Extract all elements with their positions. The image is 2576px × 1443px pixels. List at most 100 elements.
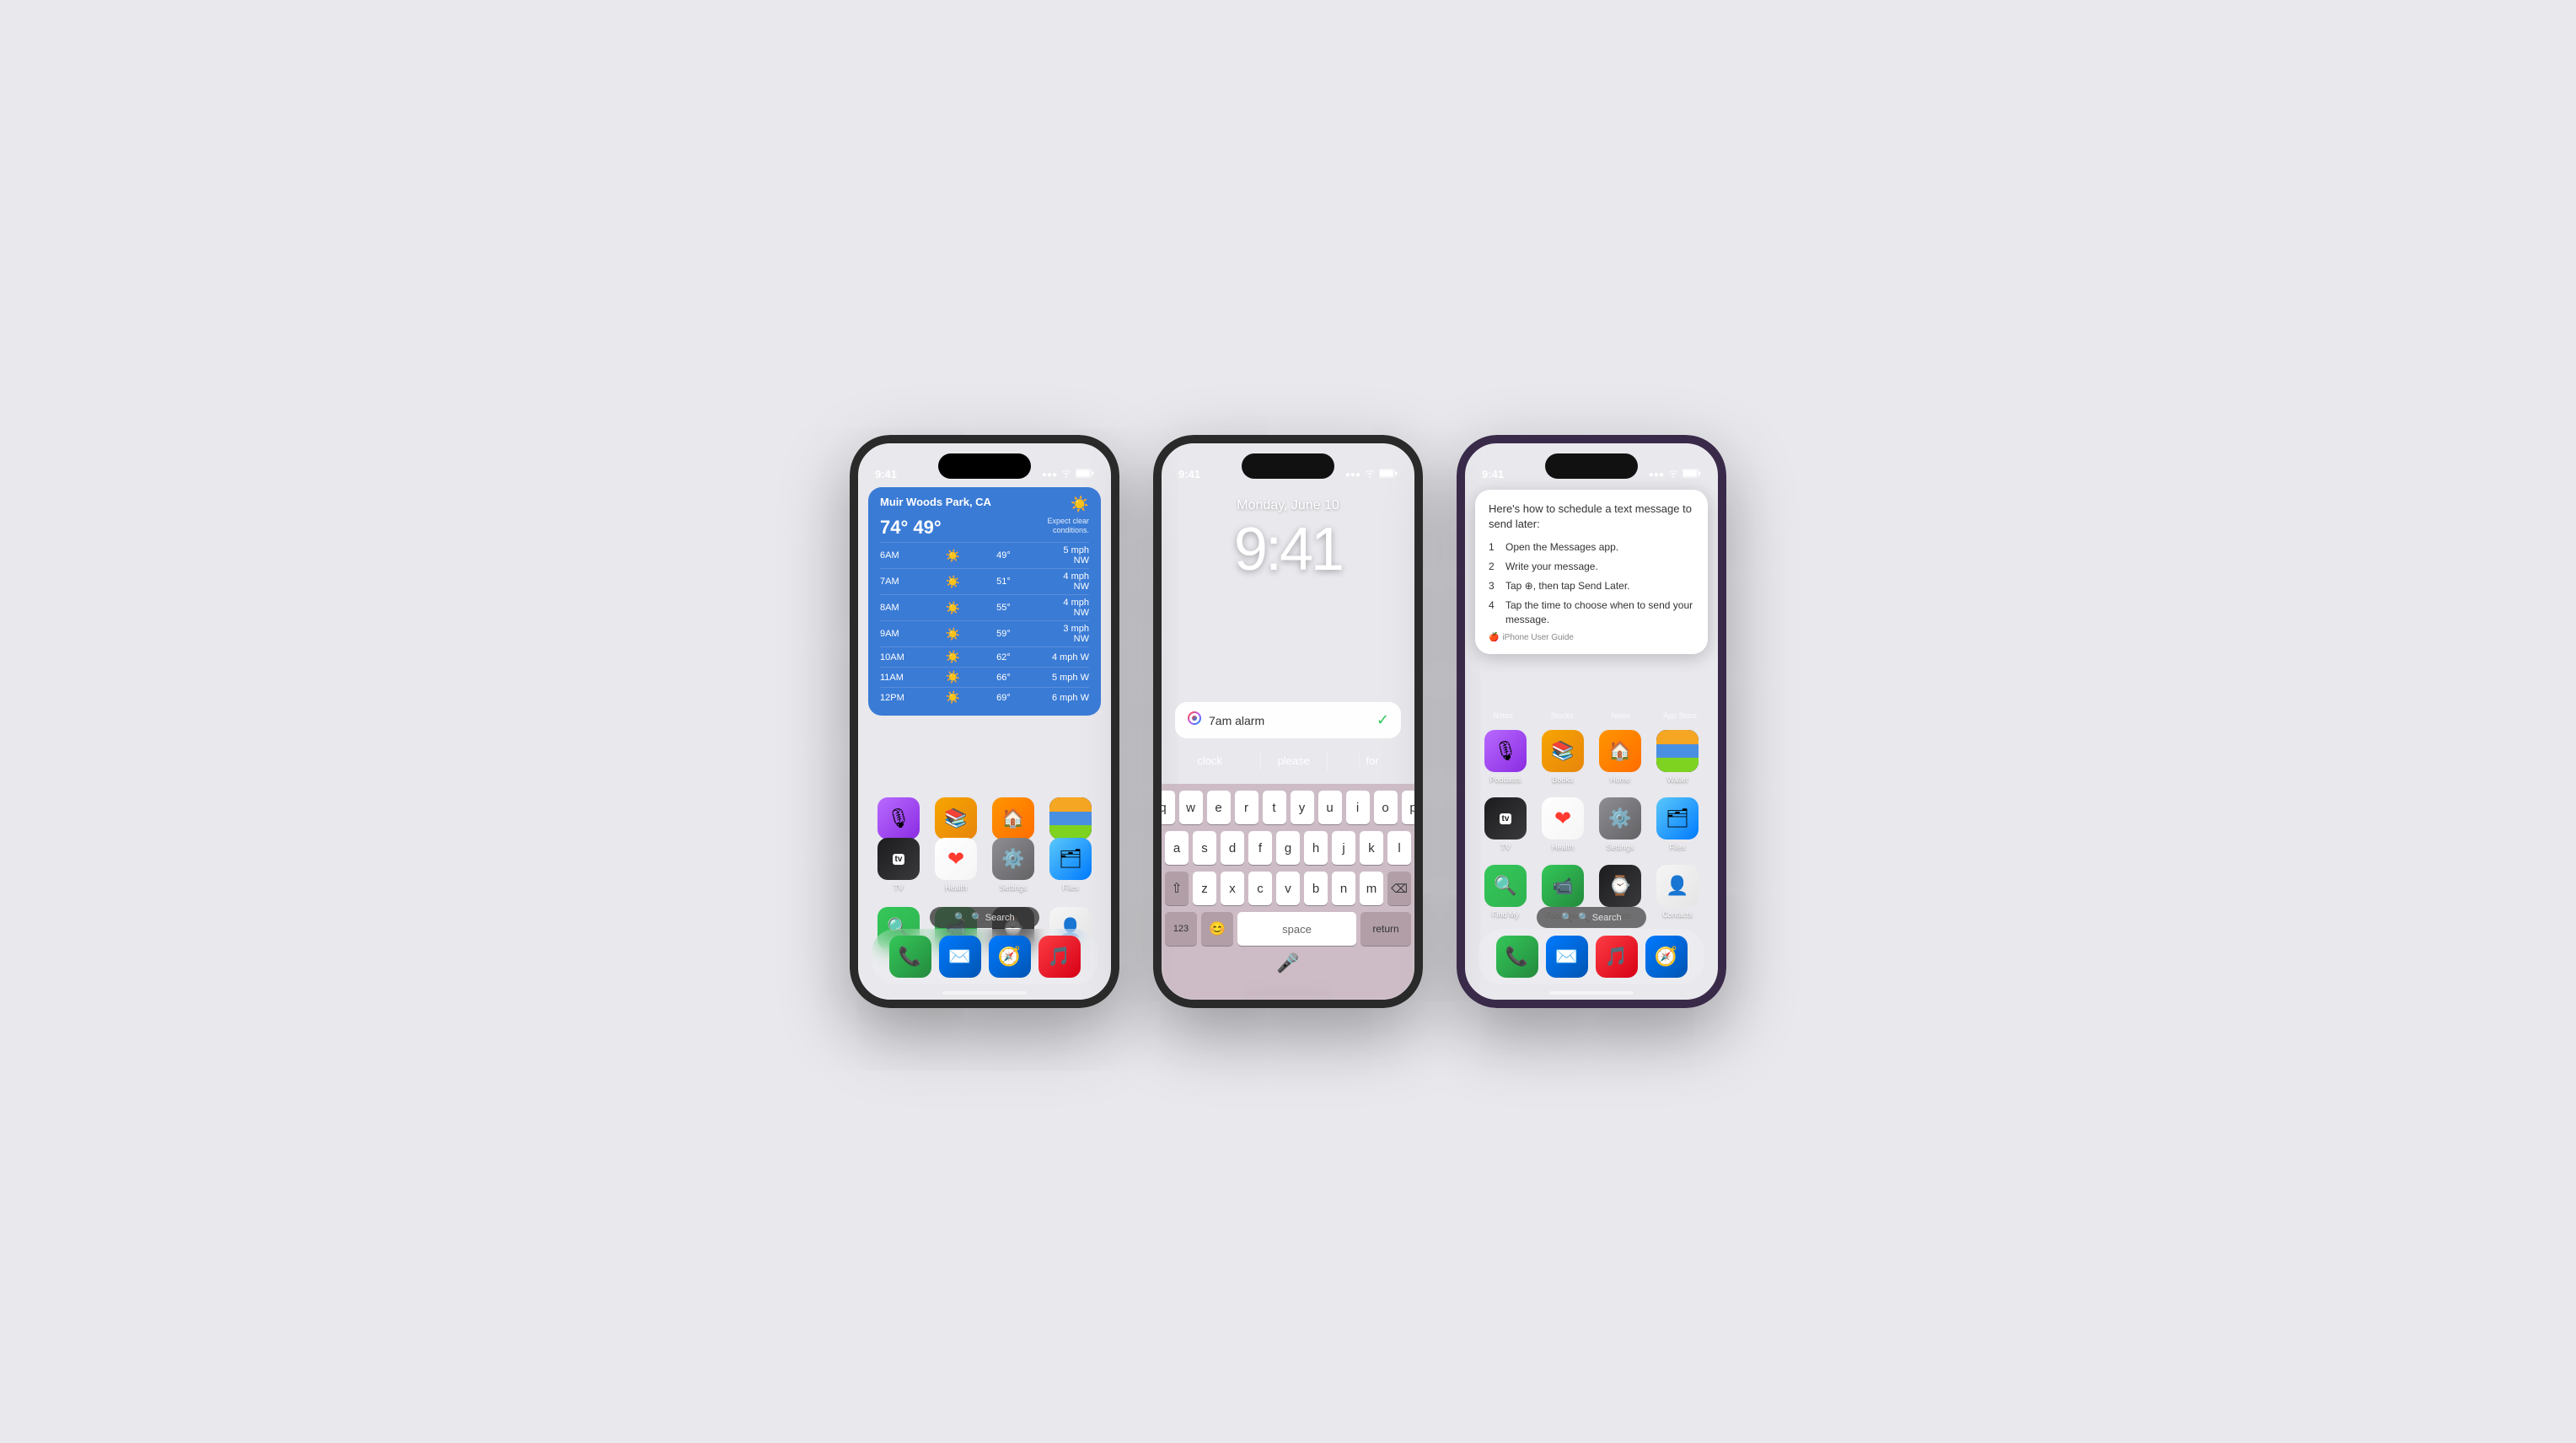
app-wallet-3[interactable]: Wallet [1652, 730, 1703, 784]
findmy-label-3: Find My [1492, 910, 1519, 919]
phone-3-status-icons: ●●● [1649, 469, 1701, 480]
app-podcasts-3[interactable]: 🎙 Podcasts [1480, 730, 1531, 784]
key-p[interactable]: p [1402, 791, 1415, 824]
dock-phone[interactable]: 📞 [885, 936, 935, 978]
key-delete[interactable]: ⌫ [1387, 872, 1411, 905]
phone-1-dynamic-island [938, 453, 1031, 479]
app-settings-3[interactable]: ⚙️ Settings [1595, 797, 1645, 851]
key-x[interactable]: x [1221, 872, 1244, 905]
signal-icon-3: ●●● [1649, 470, 1664, 480]
key-b[interactable]: b [1304, 872, 1328, 905]
tv-icon-3: tv [1484, 797, 1527, 840]
weather-rows: 6AM ☀️ 49° 5 mph NW 7AM ☀️ 51° 4 mph NW … [880, 542, 1089, 707]
health-icon-3: ❤ [1542, 797, 1584, 840]
settings-label: Settings [1000, 883, 1028, 892]
dock-safari-3[interactable]: 🧭 [1641, 936, 1691, 978]
weather-location: Muir Woods Park, CA [880, 496, 991, 508]
key-a[interactable]: a [1165, 831, 1189, 865]
app-health[interactable]: ❤ Health [931, 838, 981, 892]
signal-icon: ●●● [1042, 470, 1057, 480]
app-tv[interactable]: tv TV [873, 838, 924, 892]
key-l[interactable]: l [1387, 831, 1411, 865]
dock-safari[interactable]: 🧭 [985, 936, 1034, 978]
keyboard-row-1: q w e r t y u i o p [1165, 791, 1411, 824]
app-settings[interactable]: ⚙️ Settings [988, 838, 1038, 892]
key-r[interactable]: r [1235, 791, 1258, 824]
search-bar-1[interactable]: 🔍 🔍 Search [930, 907, 1039, 928]
partial-app-row: 🎙 📚 🏠 [858, 797, 1111, 840]
signal-icon-2: ●●● [1345, 470, 1360, 480]
key-d[interactable]: d [1221, 831, 1244, 865]
key-emoji[interactable]: 😊 [1201, 912, 1233, 946]
siri-input-text[interactable]: 7am alarm [1209, 714, 1370, 727]
autocomplete-for[interactable]: for [1359, 751, 1386, 770]
siri-search-bar[interactable]: 7am alarm ✓ [1175, 702, 1401, 738]
key-q[interactable]: q [1162, 791, 1175, 824]
key-s[interactable]: s [1193, 831, 1216, 865]
app-findmy-3[interactable]: 🔍 Find My [1480, 865, 1531, 919]
dock-phone-3[interactable]: 📞 [1492, 936, 1542, 978]
battery-icon-2 [1379, 469, 1398, 480]
dock-mail[interactable]: ✉️ [935, 936, 985, 978]
key-j[interactable]: j [1332, 831, 1355, 865]
key-h[interactable]: h [1304, 831, 1328, 865]
dock-music[interactable]: 🎵 [1034, 936, 1084, 978]
microphone-icon[interactable]: 🎤 [1276, 952, 1299, 974]
podcasts-icon-3: 🎙 [1484, 730, 1527, 772]
contacts-label-3: Contacts [1662, 910, 1693, 919]
key-k[interactable]: k [1360, 831, 1383, 865]
wallet-label-3: Wallet [1667, 775, 1688, 784]
app-podcasts-partial[interactable]: 🎙 [873, 797, 924, 840]
key-g[interactable]: g [1276, 831, 1300, 865]
news-col-label: News [1596, 711, 1646, 720]
key-f[interactable]: f [1248, 831, 1272, 865]
app-files[interactable]: 🗂 Files [1045, 838, 1096, 892]
app-tv-3[interactable]: tv TV [1480, 797, 1531, 851]
key-o[interactable]: o [1374, 791, 1398, 824]
app-books-3[interactable]: 📚 Books [1538, 730, 1588, 784]
dock-1: 📞 ✉️ 🧭 🎵 [872, 929, 1097, 984]
dock-3: 📞 ✉️ 🎵 🧭 [1479, 929, 1704, 984]
key-shift[interactable]: ⇧ [1165, 872, 1189, 905]
podcasts-label-3: Podcasts [1489, 775, 1521, 784]
autocomplete-clock[interactable]: clock [1190, 751, 1229, 770]
mail-icon: ✉️ [939, 936, 981, 978]
notes-col-label: Notes [1478, 711, 1528, 720]
key-e[interactable]: e [1207, 791, 1231, 824]
app-home-3[interactable]: 🏠 Home [1595, 730, 1645, 784]
phone-2-time: 9:41 [1178, 468, 1200, 480]
phone-3-time: 9:41 [1482, 468, 1504, 480]
app-home-partial[interactable]: 🏠 [988, 797, 1038, 840]
tv-label-3: TV [1500, 843, 1511, 851]
key-n[interactable]: n [1332, 872, 1355, 905]
autocomplete-please[interactable]: please [1260, 751, 1328, 770]
home-indicator-3 [1549, 991, 1634, 995]
app-wallet-partial[interactable] [1045, 797, 1096, 840]
key-m[interactable]: m [1360, 872, 1383, 905]
key-123[interactable]: 123 [1165, 912, 1197, 946]
key-u[interactable]: u [1318, 791, 1342, 824]
autocomplete-bar: clock please for [1175, 751, 1401, 770]
key-space[interactable]: space [1237, 912, 1356, 946]
key-return[interactable]: return [1360, 912, 1411, 946]
key-t[interactable]: t [1263, 791, 1286, 824]
app-files-3[interactable]: 🗂 Files [1652, 797, 1703, 851]
dock-music-3[interactable]: 🎵 [1591, 936, 1641, 978]
wallet-icon-partial [1049, 797, 1092, 840]
key-z[interactable]: z [1193, 872, 1216, 905]
key-c[interactable]: c [1248, 872, 1272, 905]
siri-confirm-icon[interactable]: ✓ [1377, 711, 1389, 729]
key-y[interactable]: y [1291, 791, 1314, 824]
key-w[interactable]: w [1179, 791, 1203, 824]
app-health-3[interactable]: ❤ Health [1538, 797, 1588, 851]
dock-mail-3[interactable]: ✉️ [1542, 936, 1591, 978]
key-i[interactable]: i [1346, 791, 1370, 824]
weather-note: Expect clearconditions. [1047, 517, 1089, 535]
findmy-icon-3: 🔍 [1484, 865, 1527, 907]
weather-widget[interactable]: Muir Woods Park, CA ☀️ 74° 49° Expect cl… [868, 487, 1101, 716]
key-v[interactable]: v [1276, 872, 1300, 905]
app-books-partial[interactable]: 📚 [931, 797, 981, 840]
search-icon-1: 🔍 [954, 912, 966, 923]
search-bar-3[interactable]: 🔍 🔍 Search [1537, 907, 1646, 928]
app-contacts-3[interactable]: 👤 Contacts [1652, 865, 1703, 919]
